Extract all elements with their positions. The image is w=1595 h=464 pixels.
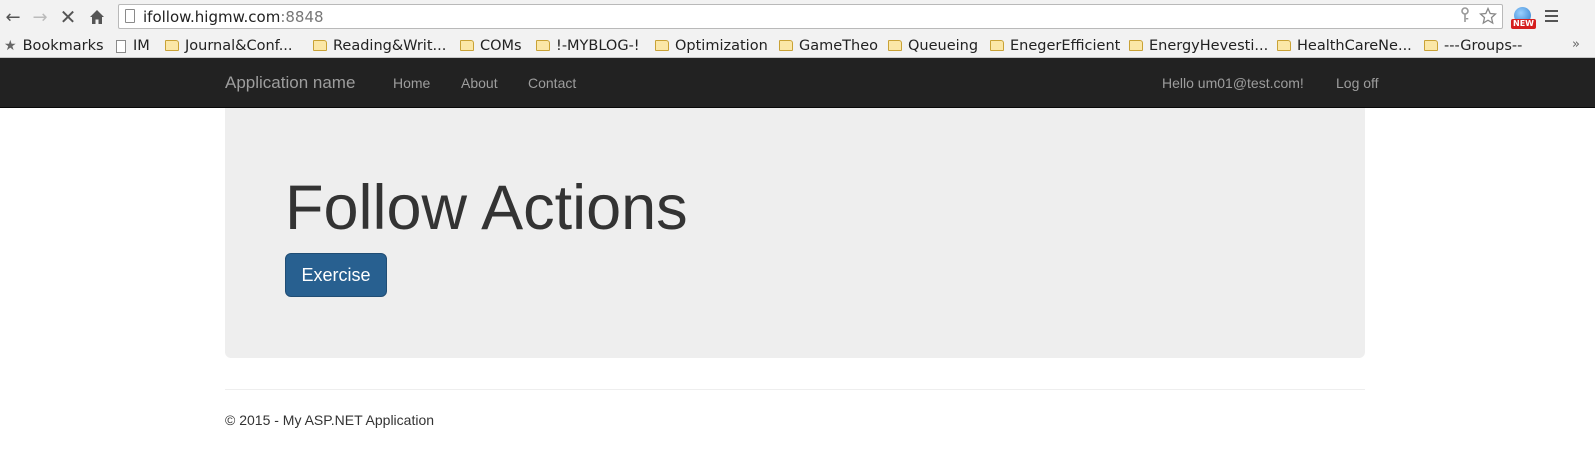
folder-icon [779,39,793,51]
footer-divider [225,389,1365,390]
browser-toolbar: ← → ✕ ifollow.higmw.com:8848 NEW [0,0,1595,34]
bookmark-folder[interactable]: HealthCareNe... [1277,36,1412,56]
extension-new-icon[interactable]: NEW [1511,7,1537,31]
exercise-button[interactable]: Exercise [285,253,387,297]
bookmark-folder[interactable]: Reading&Writ... [313,36,446,56]
bookmark-im[interactable]: IM [116,36,150,56]
bookmarks-bar: ★ Bookmarks IM Journal&Conf... Reading&Wr… [0,34,1595,58]
folder-icon [536,39,550,51]
folder-icon [1277,39,1291,51]
bookmark-folder[interactable]: EnegerEfficient [990,36,1120,56]
url-text[interactable]: ifollow.higmw.com:8848 [143,8,324,26]
bookmark-folder[interactable]: COMs [460,36,522,56]
folder-icon [1424,39,1438,51]
folder-icon [990,39,1004,51]
bookmark-folder[interactable]: Queueing [888,36,978,56]
folder-icon [888,39,902,51]
address-bar[interactable]: ifollow.higmw.com:8848 [118,4,1503,29]
bookmark-folder[interactable]: Journal&Conf... [165,36,293,56]
stop-icon[interactable]: ✕ [57,5,79,29]
page-title: Follow Actions [285,173,688,243]
key-icon[interactable] [1459,7,1471,27]
folder-icon [655,39,669,51]
folder-icon [313,39,327,51]
bookmark-folder[interactable]: !-MYBLOG-! [536,36,640,56]
footer-copyright: © 2015 - My ASP.NET Application [225,412,435,428]
nav-link-about[interactable]: About [461,75,498,91]
jumbotron: Follow Actions Exercise [225,108,1365,358]
forward-icon[interactable]: → [29,5,51,29]
folder-icon [165,39,179,51]
bookmarks-menu[interactable]: ★ Bookmarks [4,36,104,56]
home-icon[interactable] [86,5,108,29]
site-navbar: Application name Home About Contact Hell… [0,58,1595,108]
page-icon [116,39,126,53]
nav-link-contact[interactable]: Contact [528,75,576,91]
nav-link-home[interactable]: Home [393,75,430,91]
logoff-link[interactable]: Log off [1336,75,1379,91]
menu-icon[interactable] [1545,10,1558,25]
folder-icon [1129,39,1143,51]
folder-icon [460,39,474,51]
navbar-brand[interactable]: Application name [225,73,355,93]
bookmarks-overflow-chevron[interactable]: » [1572,37,1580,52]
bookmark-folder[interactable]: Optimization [655,36,768,56]
page-icon [125,9,135,23]
bookmark-folder[interactable]: EnergyHevesti... [1129,36,1268,56]
bookmark-folder[interactable]: GameTheo [779,36,878,56]
user-greeting-link[interactable]: Hello um01@test.com! [1162,75,1304,91]
star-icon: ★ [4,38,17,54]
back-icon[interactable]: ← [2,5,24,29]
bookmark-folder[interactable]: ---Groups-- [1424,36,1522,56]
bookmark-star-icon[interactable] [1478,6,1498,29]
